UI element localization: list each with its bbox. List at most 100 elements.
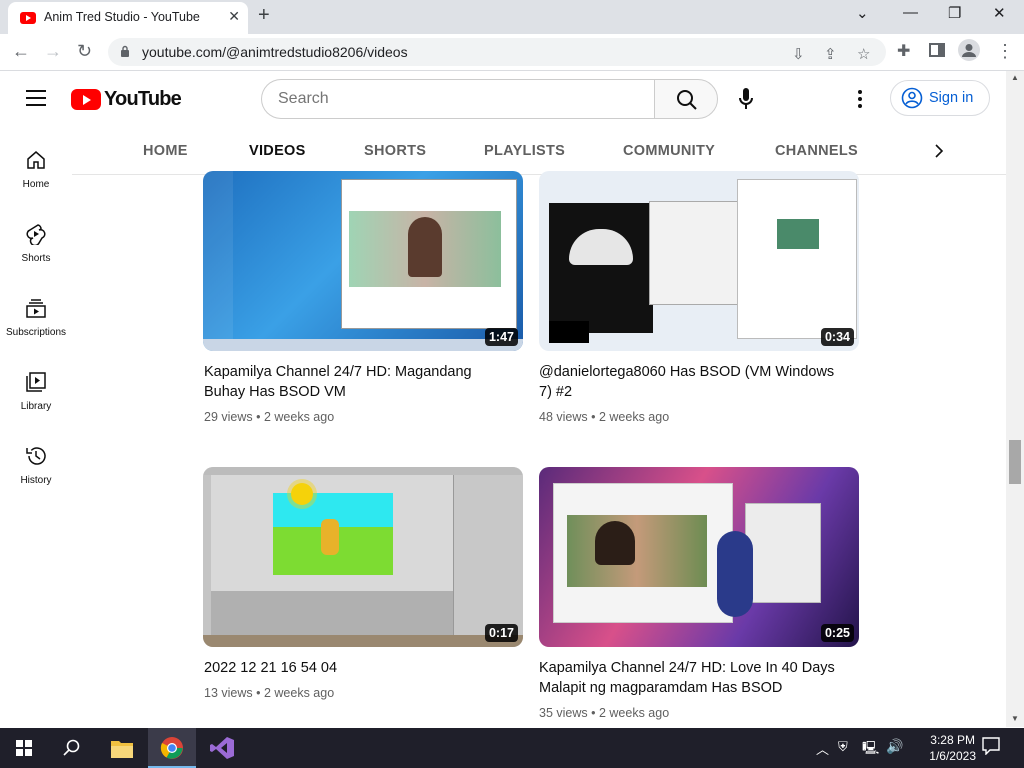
logo-text: YouTube (104, 88, 182, 110)
scroll-up-icon[interactable]: ▲ (1011, 73, 1019, 82)
url-text: youtube.com/@animtredstudio8206/videos (142, 44, 408, 60)
upload-age: 2 weeks ago (598, 706, 670, 720)
chrome-taskbar-icon[interactable] (148, 728, 196, 768)
settings-more-icon[interactable] (852, 88, 868, 110)
windows-start-icon[interactable] (0, 728, 48, 768)
sidebar-item-subscriptions[interactable]: Subscriptions (0, 297, 72, 367)
tab-playlists[interactable]: PLAYLISTS (484, 143, 565, 159)
show-hidden-icons-chevron-icon[interactable]: ︿ (816, 739, 829, 758)
profile-avatar-icon[interactable] (958, 39, 980, 66)
reload-button[interactable]: ↻ (77, 41, 92, 62)
sidebar-item-label: Shorts (21, 253, 51, 264)
tab-search-icon[interactable]: ⌄ (856, 4, 869, 22)
video-title[interactable]: @danielortega8060 Has BSOD (VM Windows 7… (539, 362, 839, 402)
video-meta: 29 views • 2 weeks ago (204, 410, 335, 424)
video-title[interactable]: Kapamilya Channel 24/7 HD: Love In 40 Da… (539, 658, 839, 698)
video-thumbnail[interactable]: 1:47 (203, 171, 523, 351)
video-thumbnail[interactable]: 0:17 (203, 467, 523, 647)
tab-community[interactable]: COMMUNITY (623, 143, 715, 159)
tab-title: Anim Tred Studio - YouTube (44, 10, 200, 24)
clock-time: 3:28 PM (930, 733, 975, 747)
scrollbar-thumb[interactable] (1009, 440, 1021, 484)
guide-sidebar: Home Shorts Subscriptions Library Histor… (0, 127, 72, 727)
upload-age: 2 weeks ago (263, 410, 335, 424)
share-icon[interactable]: ⇪ (824, 45, 837, 63)
youtube-play-icon (71, 89, 101, 110)
new-tab-button[interactable]: + (258, 4, 270, 27)
search-box[interactable] (261, 79, 655, 119)
browser-toolbar: ← → ↻ youtube.com/@animtredstudio8206/vi… (0, 34, 1024, 71)
tab-channels[interactable]: CHANNELS (775, 143, 858, 159)
notifications-icon[interactable] (982, 737, 1000, 760)
view-count: 35 views (539, 706, 588, 720)
upload-age: 2 weeks ago (598, 410, 670, 424)
restore-button[interactable]: ❐ (948, 4, 961, 22)
sidebar-item-label: Home (22, 179, 50, 190)
video-duration: 1:47 (484, 328, 518, 346)
search-icon[interactable] (48, 728, 96, 768)
video-meta: 48 views • 2 weeks ago (539, 410, 670, 424)
youtube-favicon-icon (20, 12, 36, 24)
file-explorer-icon[interactable] (98, 728, 146, 768)
clock-date: 1/6/2023 (929, 749, 976, 763)
close-tab-icon[interactable]: ✕ (228, 8, 240, 25)
address-bar[interactable]: youtube.com/@animtredstudio8206/videos ⇩… (108, 38, 886, 66)
view-count: 48 views (539, 410, 588, 424)
account-circle-icon (901, 87, 923, 109)
video-meta: 13 views • 2 weeks ago (204, 686, 335, 700)
search-input[interactable] (278, 89, 638, 109)
forward-button[interactable]: → (44, 41, 62, 62)
sidebar-item-label: History (20, 475, 52, 486)
scroll-down-icon[interactable]: ▼ (1011, 714, 1019, 723)
browser-tab[interactable]: Anim Tred Studio - YouTube ✕ (8, 2, 248, 34)
video-title[interactable]: 2022 12 21 16 54 04 (204, 658, 504, 678)
video-meta: 35 views • 2 weeks ago (539, 706, 670, 720)
video-thumbnail[interactable]: 0:25 (539, 467, 859, 647)
side-panel-icon[interactable] (929, 41, 945, 62)
close-window-button[interactable]: ✕ (993, 4, 1006, 22)
sidebar-item-label: Library (20, 401, 52, 412)
volume-icon[interactable]: 🔊 (886, 738, 903, 755)
bookmark-star-icon[interactable]: ☆ (857, 45, 870, 63)
windows-taskbar: ︿ ⛨ 🖳 🔊 3:28 PM 1/6/2023 (0, 728, 1024, 768)
menu-hamburger-icon[interactable] (26, 90, 46, 106)
view-count: 13 views (204, 686, 253, 700)
security-shield-icon[interactable]: ⛨ (838, 739, 848, 755)
extensions-puzzle-icon[interactable]: ✚ (897, 41, 910, 61)
browser-tab-strip: Anim Tred Studio - YouTube ✕ + ⌄ — ❐ ✕ (0, 0, 1024, 34)
sidebar-item-history[interactable]: History (0, 445, 72, 515)
video-title[interactable]: Kapamilya Channel 24/7 HD: Magandang Buh… (204, 362, 504, 402)
voice-search-button[interactable] (729, 81, 765, 117)
search-icon (677, 90, 697, 110)
install-app-icon[interactable]: ⇩ (792, 45, 805, 63)
library-icon (26, 372, 46, 392)
system-clock[interactable]: 3:28 PM 1/6/2023 (929, 732, 976, 764)
video-thumbnail[interactable]: 0:34 (539, 171, 859, 351)
network-icon[interactable]: 🖳 (862, 739, 879, 761)
view-count: 29 views (204, 410, 253, 424)
back-button[interactable]: ← (12, 41, 30, 62)
upload-age: 2 weeks ago (263, 686, 335, 700)
history-icon (26, 447, 46, 465)
sign-in-button[interactable]: Sign in (890, 80, 990, 116)
chevron-right-icon[interactable] (932, 143, 946, 159)
browser-menu-icon[interactable]: ⋮ (996, 41, 1014, 62)
sidebar-item-label: Subscriptions (5, 327, 67, 338)
page-scrollbar[interactable]: ▲ ▼ (1006, 71, 1024, 727)
tab-home[interactable]: HOME (143, 143, 188, 159)
shorts-icon (26, 224, 46, 245)
sign-in-label: Sign in (929, 90, 974, 106)
video-duration: 0:17 (484, 624, 518, 642)
channel-tabs: HOME VIDEOS SHORTS PLAYLISTS COMMUNITY C… (72, 127, 1006, 175)
youtube-header: YouTube Sign in (0, 71, 1006, 127)
sidebar-item-library[interactable]: Library (0, 371, 72, 441)
sidebar-item-home[interactable]: Home (0, 149, 72, 219)
tab-videos[interactable]: VIDEOS (249, 143, 306, 159)
visual-studio-icon[interactable] (198, 728, 246, 768)
tab-shorts[interactable]: SHORTS (364, 143, 426, 159)
sidebar-item-shorts[interactable]: Shorts (0, 223, 72, 293)
microphone-icon (739, 88, 753, 109)
minimize-button[interactable]: — (903, 4, 918, 21)
home-icon (27, 151, 45, 169)
search-button[interactable] (654, 79, 718, 119)
